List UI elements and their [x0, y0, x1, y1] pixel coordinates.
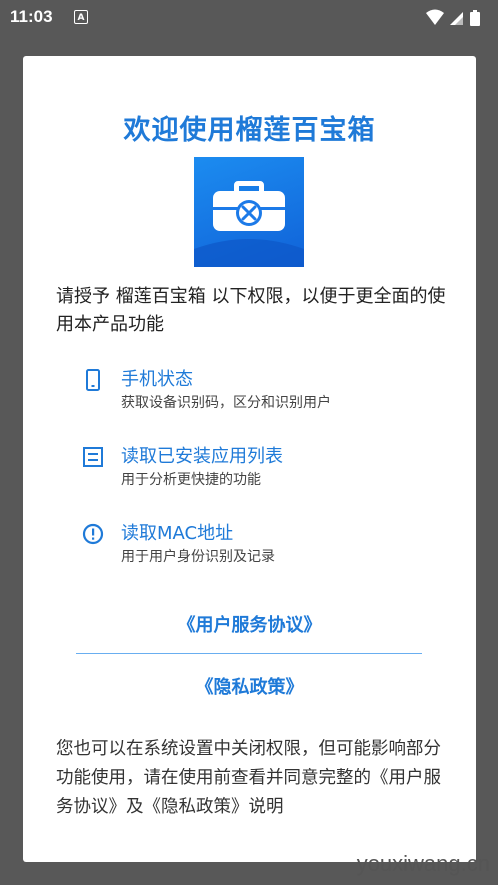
- user-agreement-link[interactable]: 《用户服务协议》: [23, 611, 476, 637]
- dialog-title: 欢迎使用榴莲百宝箱: [123, 115, 376, 146]
- list-icon: [81, 445, 105, 469]
- permission-desc: 用于用户身份识别及记录: [121, 549, 275, 565]
- system-icons: [426, 9, 488, 32]
- signal-icon: [450, 12, 463, 25]
- divider: [76, 653, 422, 654]
- intro-text: 请授予 榴莲百宝箱 以下权限，以便于更全面的使用本产品功能: [56, 286, 446, 335]
- a-icon: A: [74, 10, 88, 24]
- privacy-policy-link[interactable]: 《隐私政策》: [23, 673, 476, 699]
- permission-title: 读取MAC地址: [121, 523, 234, 544]
- watermark: youxiwang.cn: [356, 851, 490, 876]
- status-bar: 11:03 A: [0, 0, 498, 34]
- phone-icon: [81, 368, 105, 392]
- permission-desc: 获取设备识别码，区分和识别用户: [121, 395, 331, 411]
- info-icon: [81, 522, 105, 546]
- footer-text: 您也可以在系统设置中关闭权限，但可能影响部分功能使用，请在使用前查看并同意完整的…: [56, 739, 441, 817]
- wifi-icon: [426, 9, 444, 25]
- permission-title: 手机状态: [121, 369, 193, 390]
- battery-icon: [470, 10, 480, 26]
- permission-desc: 用于分析更快捷的功能: [121, 472, 261, 488]
- status-time: 11:03: [10, 7, 53, 26]
- permission-title: 读取已安装应用列表: [121, 446, 283, 467]
- permission-dialog: 欢迎使用榴莲百宝箱 请授予 榴莲百宝箱 以下权限，以便于更全面的使用本产品功能 …: [23, 56, 476, 862]
- toolbox-icon: [194, 157, 304, 267]
